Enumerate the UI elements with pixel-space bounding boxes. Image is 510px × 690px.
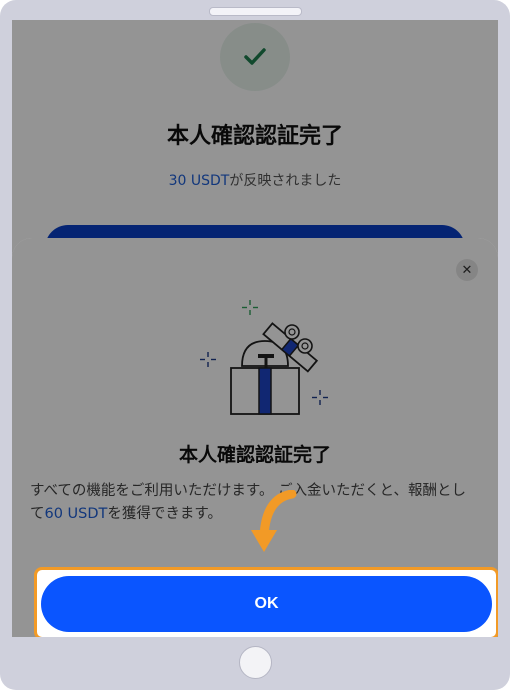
ok-button[interactable]: OK	[41, 576, 492, 632]
speaker-slot	[209, 7, 302, 16]
app-screen: 本人確認認証完了 30 USDTが反映されました ✕ 本人確認認証完了 すべての…	[12, 20, 498, 637]
tablet-frame: 本人確認認証完了 30 USDTが反映されました ✕ 本人確認認証完了 すべての…	[0, 0, 510, 690]
pointer-arrow-icon	[251, 490, 297, 552]
home-button[interactable]	[239, 646, 272, 679]
